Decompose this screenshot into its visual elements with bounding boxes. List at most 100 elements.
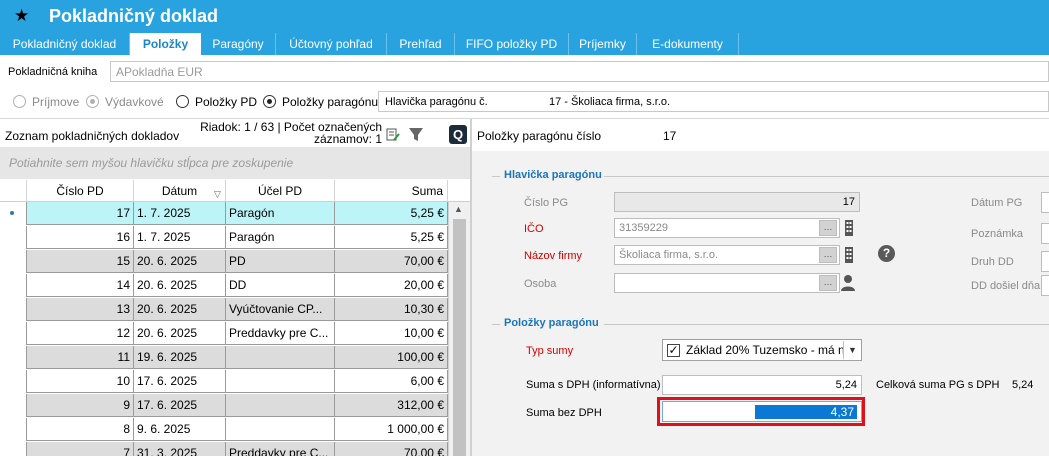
cell-ucel-pd: Paragón bbox=[226, 226, 335, 249]
kniha-field[interactable]: APokladňa EUR bbox=[110, 61, 1049, 82]
typ-sumy-label: Typ sumy bbox=[526, 345, 574, 357]
table-row[interactable]: 8 9. 6. 2025 1 000,00 € bbox=[0, 418, 448, 441]
nazov-firmy-field[interactable]: Školiaca firma, s.r.o. bbox=[614, 245, 840, 265]
druh-dd-field[interactable] bbox=[1041, 251, 1049, 272]
company-icon[interactable] bbox=[843, 246, 855, 264]
search-panel-icon[interactable]: Q bbox=[449, 125, 467, 144]
chevron-down-icon[interactable]: ▼ bbox=[843, 341, 861, 359]
cell-datum: 31. 3. 2025 bbox=[134, 442, 226, 456]
doklady-grid: Číslo PD Dátum ▽ Účel PD Suma 17 1. 7. 20… bbox=[0, 180, 470, 456]
section-divider bbox=[604, 324, 1049, 325]
tab-fifo-polozky[interactable]: FIFO položky PD bbox=[455, 33, 569, 55]
celkova-suma-label: Celková suma PG s DPH bbox=[876, 379, 1000, 391]
star-icon[interactable]: ★ bbox=[14, 6, 29, 26]
cell-suma: 20,00 € bbox=[335, 274, 448, 297]
radio-dot bbox=[90, 99, 95, 104]
grid-scrollbar[interactable]: ▲ bbox=[448, 202, 470, 456]
scroll-up-icon[interactable]: ▲ bbox=[454, 204, 463, 214]
tab-paragony[interactable]: Paragóny bbox=[201, 33, 276, 55]
osoba-lookup-button[interactable]: … bbox=[819, 275, 837, 291]
dd-dosiel-label: DD došiel dňa bbox=[971, 280, 1041, 292]
table-row[interactable]: 7 31. 3. 2025 Preddavky pre C... 70,00 € bbox=[0, 442, 448, 456]
cell-datum: 1. 7. 2025 bbox=[134, 226, 226, 249]
cell-cislo-pd: 7 bbox=[27, 442, 134, 456]
grid-header: Číslo PD Dátum ▽ Účel PD Suma bbox=[0, 180, 470, 202]
row-indicator-cell bbox=[0, 394, 27, 417]
cell-cislo-pd: 8 bbox=[27, 418, 134, 441]
help-icon[interactable]: ? bbox=[878, 245, 895, 262]
cell-cislo-pd: 12 bbox=[27, 322, 134, 345]
tab-pokladnicny-doklad[interactable]: Pokladničný doklad bbox=[0, 33, 130, 55]
section-divider bbox=[604, 176, 1049, 177]
kniha-row: Pokladničná kniha APokladňa EUR bbox=[0, 60, 1049, 84]
cislo-pg-label: Číslo PG bbox=[524, 197, 569, 209]
title-bar: ★ Pokladničný doklad bbox=[0, 0, 1049, 33]
tab-prijemky[interactable]: Príjemky bbox=[569, 33, 637, 55]
cell-datum: 17. 6. 2025 bbox=[134, 370, 226, 393]
tab-e-dokumenty[interactable]: E-dokumenty bbox=[637, 33, 739, 55]
person-icon[interactable] bbox=[840, 274, 856, 292]
cell-cislo-pd: 17 bbox=[27, 202, 134, 225]
column-ucel-pd[interactable]: Účel PD bbox=[226, 180, 335, 202]
typ-sumy-value: Základ 20% Tuzemsko - má nár bbox=[686, 343, 856, 357]
suma-bez-dph-field[interactable]: 4,37 bbox=[662, 401, 862, 422]
paragon-header-value: 17 - Školiaca firma, s.r.o. bbox=[549, 96, 671, 108]
nazov-lookup-button[interactable]: … bbox=[819, 247, 837, 263]
row-indicator-cell bbox=[0, 226, 27, 249]
table-row[interactable]: 13 20. 6. 2025 Vyúčtovanie CP... 10,30 € bbox=[0, 298, 448, 321]
typ-sumy-combo[interactable]: ✓ Základ 20% Tuzemsko - má nár ▼ bbox=[662, 339, 862, 361]
radio-circle bbox=[176, 95, 189, 108]
ico-lookup-button[interactable]: … bbox=[819, 220, 837, 236]
table-row[interactable]: 15 20. 6. 2025 PD 70,00 € bbox=[0, 250, 448, 273]
row-stats-line2: záznamov: 1 bbox=[313, 132, 382, 146]
company-icon[interactable] bbox=[843, 219, 855, 237]
panel-title: Zoznam pokladničných dokladov bbox=[5, 129, 180, 143]
column-cislo-pd[interactable]: Číslo PD bbox=[27, 180, 134, 202]
radio-label: Príjmove bbox=[32, 95, 80, 109]
cell-datum: 19. 6. 2025 bbox=[134, 346, 226, 369]
table-row[interactable]: 11 19. 6. 2025 100,00 € bbox=[0, 346, 448, 369]
column-suma[interactable]: Suma bbox=[335, 180, 448, 202]
section-divider bbox=[492, 324, 500, 325]
cell-datum: 20. 6. 2025 bbox=[134, 250, 226, 273]
cell-ucel-pd bbox=[226, 394, 335, 417]
table-row[interactable]: 12 20. 6. 2025 Preddavky pre C... 10,00 € bbox=[0, 322, 448, 345]
cell-suma: 312,00 € bbox=[335, 394, 448, 417]
osoba-field[interactable] bbox=[614, 273, 840, 293]
radio-label: Výdavkové bbox=[105, 95, 164, 109]
grid-header-indicator bbox=[0, 180, 27, 202]
cell-suma: 10,00 € bbox=[335, 322, 448, 345]
cell-datum: 20. 6. 2025 bbox=[134, 274, 226, 297]
cell-suma: 100,00 € bbox=[335, 346, 448, 369]
row-indicator-cell bbox=[0, 298, 27, 321]
group-by-bar[interactable]: Potiahnite sem myšou hlavičku stĺpca pre… bbox=[0, 147, 470, 179]
cell-suma: 1 000,00 € bbox=[335, 418, 448, 441]
radio-row: Príjmove Výdavkové Položky PD Položky pa… bbox=[0, 90, 1049, 114]
scrollbar-thumb[interactable] bbox=[453, 219, 466, 456]
suma-s-dph-field[interactable]: 5,24 bbox=[662, 375, 862, 395]
datum-pg-label: Dátum PG bbox=[971, 197, 1023, 209]
filter-icon[interactable] bbox=[408, 127, 424, 142]
suma-bez-dph-value: 4,37 bbox=[830, 405, 854, 419]
poznamka-field[interactable] bbox=[1041, 223, 1049, 244]
typ-sumy-checkbox[interactable]: ✓ bbox=[667, 344, 680, 357]
column-datum-label: Dátum bbox=[161, 184, 198, 198]
table-row[interactable]: 10 17. 6. 2025 6,00 € bbox=[0, 370, 448, 393]
table-row[interactable]: 14 20. 6. 2025 DD 20,00 € bbox=[0, 274, 448, 297]
tab-prehlad[interactable]: Prehľad bbox=[387, 33, 455, 55]
suma-bez-dph-label: Suma bez DPH bbox=[526, 407, 602, 419]
table-row[interactable]: 16 1. 7. 2025 Paragón 5,25 € bbox=[0, 226, 448, 249]
tab-polozky[interactable]: Položky bbox=[130, 33, 201, 55]
row-indicator-cell bbox=[0, 250, 27, 273]
datum-pg-field[interactable] bbox=[1041, 192, 1049, 213]
table-row[interactable]: 9 17. 6. 2025 312,00 € bbox=[0, 394, 448, 417]
table-row[interactable]: 17 1. 7. 2025 Paragón 5,25 € bbox=[0, 202, 448, 225]
column-datum[interactable]: Dátum ▽ bbox=[134, 180, 226, 202]
ico-field[interactable]: 31359229 bbox=[614, 218, 840, 238]
radio-label: Položky paragónu bbox=[282, 95, 379, 109]
dd-dosiel-field[interactable] bbox=[1041, 275, 1049, 296]
cislo-pg-field[interactable]: 17 bbox=[614, 192, 860, 212]
edit-list-icon[interactable] bbox=[386, 128, 400, 141]
paragon-header-field[interactable]: Hlavička paragónu č. 17 - Školiaca firma… bbox=[378, 91, 1049, 112]
tab-uctovny-pohlad[interactable]: Účtovný pohľad bbox=[276, 33, 387, 55]
